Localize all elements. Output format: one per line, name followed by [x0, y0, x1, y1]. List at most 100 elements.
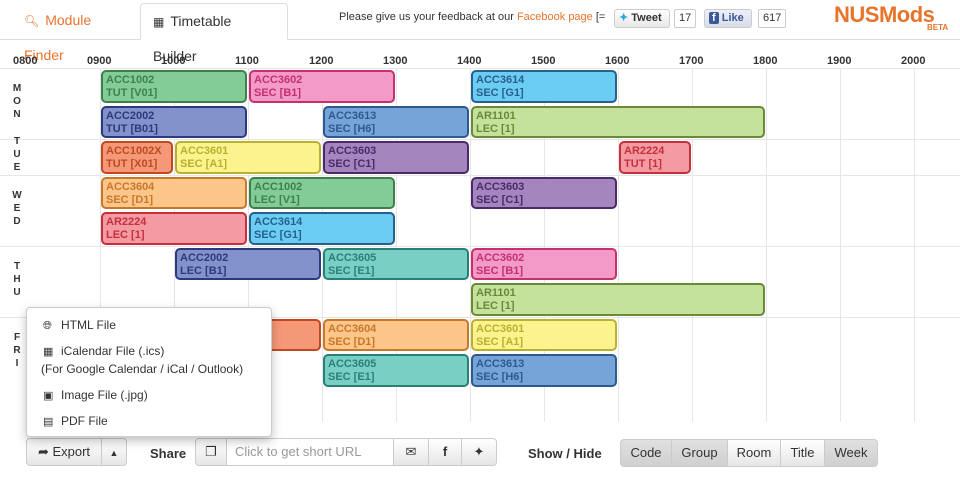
tweet-label: Tweet [631, 12, 662, 24]
lesson-code: ACC3605 [328, 358, 377, 370]
lesson-detail: TUT [V01] [106, 87, 158, 99]
twitter-icon: ✦ [473, 444, 485, 459]
lesson-detail: SEC [G1] [476, 87, 524, 99]
lesson-block[interactable]: ACC3605 SEC [E1] [323, 354, 469, 387]
lesson-detail: SEC [E1] [328, 264, 375, 277]
lesson-block[interactable]: ACC3603 SEC [C1] [323, 141, 469, 174]
lesson-detail: SEC [E1] [328, 371, 375, 383]
lesson-block[interactable]: ACC3613 SEC [H6] [323, 105, 469, 138]
lesson-code: ACC3614 [476, 74, 525, 86]
lesson-block[interactable]: ACC3601 SEC [A1] [175, 141, 321, 174]
lesson-block[interactable]: ACC3602 SEC [B1] [249, 70, 395, 103]
hour-label: 2000 [901, 55, 926, 67]
hour-label: 1300 [383, 55, 408, 67]
day-divider [0, 139, 960, 140]
twitter-bird-icon: ✦ [619, 12, 629, 24]
export-dropdown-toggle[interactable]: ▲ [101, 438, 127, 466]
lesson-block[interactable]: ACC2002 LEC [B1] [175, 247, 321, 280]
lesson-code: ACC3603 [328, 145, 377, 157]
globe-icon: 🌐︎ [43, 320, 52, 332]
calendar-icon: ▦ [43, 346, 54, 358]
toggle-week[interactable]: Week [824, 439, 878, 467]
lesson-block[interactable]: ACC3613 SEC [H6] [471, 354, 617, 387]
lesson-code: ACC3601 [476, 322, 525, 335]
export-image-label: Image File (.jpg) [61, 388, 148, 402]
toggle-title[interactable]: Title [780, 439, 825, 467]
facebook-f-icon: f [709, 12, 719, 24]
export-ical-label: iCalendar File (.ics) [61, 344, 165, 358]
lesson-block[interactable]: AR1101 LEC [1] [471, 283, 765, 316]
share-facebook-button[interactable]: f [428, 438, 462, 466]
toggle-room[interactable]: Room [727, 439, 781, 467]
top-bar: 🔍︎ Module Finder ▦ Timetable Builder Pleas… [0, 0, 960, 64]
like-label: Like [721, 12, 744, 24]
export-pdf-item[interactable]: ▤ PDF File [43, 414, 108, 428]
lesson-detail: SEC [C1] [476, 193, 524, 206]
lesson-block[interactable]: ACC1002 TUT [V01] [101, 70, 247, 103]
table-icon: ▦ [153, 15, 165, 29]
lesson-code: ACC2002 [106, 109, 155, 122]
lesson-block[interactable]: ACC1002X TUT [X01] [101, 141, 173, 174]
lesson-block[interactable]: AR1101 LEC [1] [471, 105, 765, 138]
export-html-item[interactable]: 🌐︎ HTML File [43, 318, 116, 333]
image-icon: ▣ [43, 390, 54, 402]
lesson-code: AR2224 [106, 216, 147, 228]
lesson-block[interactable]: ACC1002 LEC [V1] [249, 176, 395, 209]
tweet-button[interactable]: ✦ Tweet [614, 9, 670, 28]
short-url-input[interactable]: Click to get short URL [226, 438, 394, 466]
lesson-block[interactable]: AR2224 LEC [1] [101, 212, 247, 245]
copy-url-button[interactable]: ❐ [195, 438, 227, 466]
export-image-item[interactable]: ▣ Image File (.jpg) [43, 388, 148, 402]
tab-timetable-builder[interactable]: ▦ Timetable Builder [140, 3, 288, 64]
hour-label: 1600 [605, 55, 630, 67]
toggle-code[interactable]: Code [620, 439, 672, 467]
lesson-code: ACC3604 [106, 180, 155, 193]
hour-label: 1200 [309, 55, 334, 67]
lesson-code: ACC1002 [254, 180, 303, 193]
lesson-code: ACC3605 [328, 251, 377, 264]
export-ical-item[interactable]: ▦ iCalendar File (.ics) [43, 344, 164, 358]
hour-label: 1900 [827, 55, 852, 67]
nusmods-logo[interactable]: NUSMods [834, 2, 935, 28]
caret-up-icon: ▲ [109, 448, 119, 458]
toggle-group[interactable]: Group [671, 439, 728, 467]
share-twitter-button[interactable]: ✦ [461, 438, 497, 466]
lesson-code: AR1101 [476, 287, 516, 299]
like-button[interactable]: f Like [704, 9, 752, 28]
lesson-code: ACC3604 [328, 322, 377, 335]
share-email-button[interactable]: ✉ [393, 438, 429, 466]
lesson-block[interactable]: ACC3602 SEC [B1] [471, 247, 617, 280]
lesson-code: ACC1002 [106, 74, 155, 86]
share-arrow-icon: ➦ [37, 444, 49, 459]
facebook-icon: f [442, 444, 448, 459]
day-label-mon: MON [12, 83, 22, 120]
lesson-block[interactable]: ACC3614 SEC [G1] [249, 212, 395, 245]
day-label-tue: TUE [13, 136, 21, 174]
lesson-block[interactable]: ACC3605 SEC [E1] [323, 247, 469, 280]
export-button[interactable]: ➦ Export [26, 438, 102, 466]
feedback-suffix: [= [592, 11, 606, 23]
hour-label: 0800 [13, 55, 38, 67]
lesson-code: ACC3602 [476, 251, 525, 264]
lesson-block[interactable]: ACC3614 SEC [G1] [471, 70, 617, 103]
export-ical-note: (For Google Calendar / iCal / Outlook) [41, 362, 244, 376]
lesson-detail: SEC [B1] [254, 87, 302, 99]
lesson-code: ACC1002X [106, 145, 162, 157]
lesson-code: AR1101 [476, 109, 516, 122]
lesson-code: ACC3603 [476, 180, 525, 193]
search-icon: 🔍︎ [24, 14, 40, 28]
lesson-block[interactable]: ACC3601 SEC [A1] [471, 318, 617, 351]
lesson-detail: LEC [1] [476, 122, 515, 135]
lesson-code: ACC2002 [180, 251, 229, 264]
lesson-block[interactable]: ACC2002 TUT [B01] [101, 105, 247, 138]
feedback-prefix: Please give us your feedback at our [339, 11, 517, 23]
facebook-page-link[interactable]: Facebook page [517, 11, 593, 23]
lesson-block[interactable]: ACC3603 SEC [C1] [471, 176, 617, 209]
lesson-block[interactable]: ACC3604 SEC [D1] [101, 176, 247, 209]
tab-module-finder[interactable]: 🔍︎ Module Finder [12, 3, 140, 63]
day-divider [0, 245, 960, 247]
show-hide-label: Show / Hide [528, 446, 602, 461]
hour-label: 1800 [753, 55, 778, 67]
lesson-block[interactable]: ACC3604 SEC [D1] [323, 318, 469, 351]
lesson-block[interactable]: AR2224 TUT [1] [619, 141, 691, 174]
